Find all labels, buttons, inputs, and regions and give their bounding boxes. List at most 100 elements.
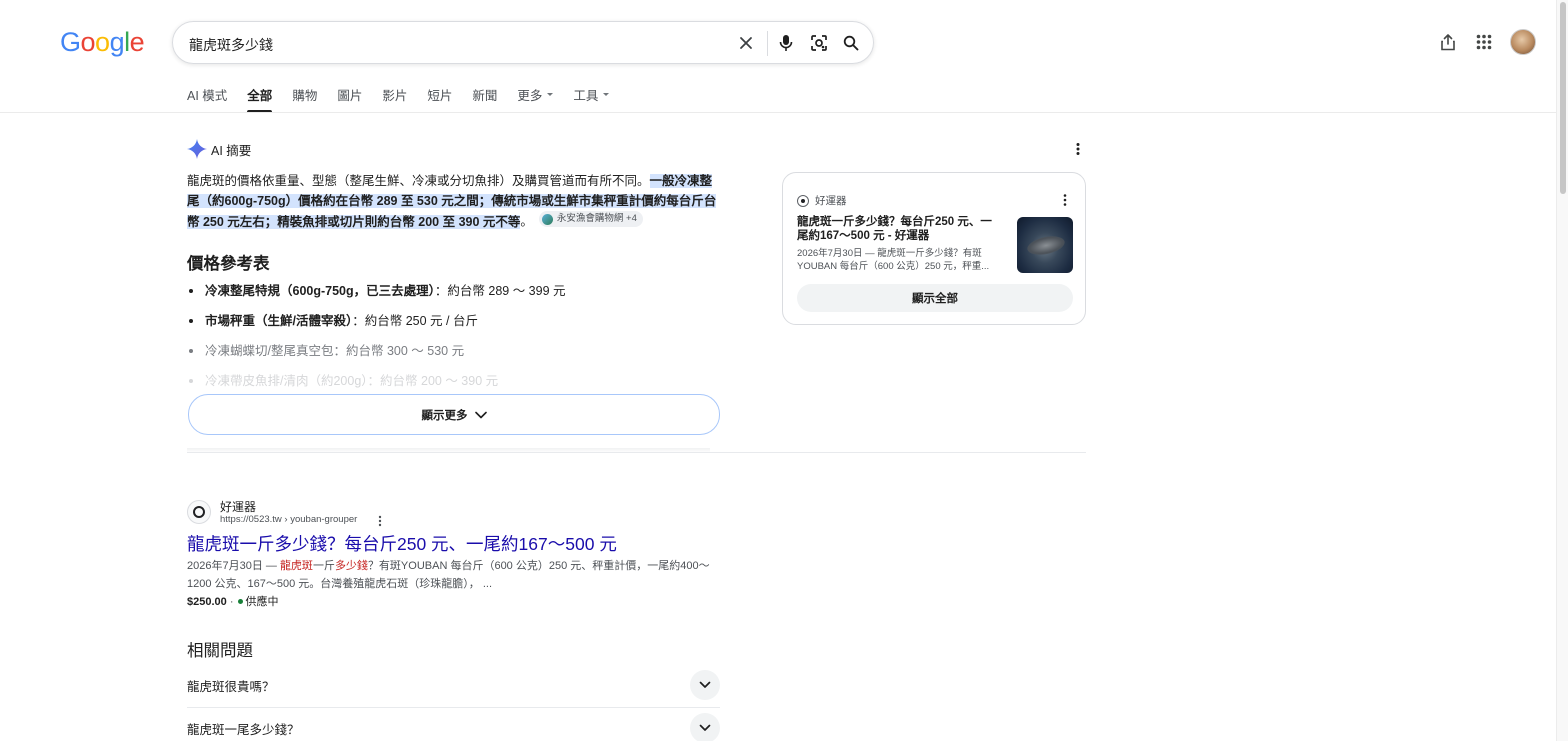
tabs-divider [0,112,1556,113]
ai-overview-divider [187,452,1086,453]
price-table-title: 價格參考表 [187,255,270,273]
source-favicon-icon [541,213,553,225]
source-site: 好運器 [797,193,847,208]
summary-intro: 龍虎斑的價格依重量、型態（整尾生鮮、冷凍或分切魚排）及購買管道而有所不同。 [187,174,650,188]
page-scrollbar[interactable] [1556,0,1568,741]
expand-toggle[interactable] [690,670,720,700]
tab-all[interactable]: 全部 [247,88,273,113]
gemini-sparkle-icon [187,139,207,159]
show-more-button[interactable]: 顯示更多 [188,394,720,435]
source-site-name: 好運器 [815,195,847,207]
tab-shopping[interactable]: 購物 [292,88,317,113]
tab-tools[interactable]: 工具 [573,88,610,113]
search-box[interactable]: 龍虎斑多少錢 [172,21,874,64]
tab-label: 圖片 [337,89,363,103]
tab-short-videos[interactable]: 短片 [427,88,452,113]
search-tabs: AI 模式 全部 購物 圖片 影片 短片 新聞 更多 工具 [187,88,629,113]
show-more-label: 顯示更多 [421,409,468,422]
source-card-snippet: 2026年7月30日 — 龍虎斑一斤多少錢？有斑YOUBAN 每台斤（600 公… [797,248,990,272]
tab-label: 更多 [517,89,543,103]
result-meta: $250.00 · 供應中 [187,594,279,610]
search-icon[interactable] [840,32,862,54]
list-item: 市場秤重（生鮮/活體宰殺）：約台幣 250 元 / 台斤 [187,311,720,341]
tab-label: 工具 [573,89,599,103]
list-item: 冷凍整尾特規（600g-750g，已三去處理）：約台幣 289 ～ 399 元 [187,281,720,311]
apps-grid-icon[interactable] [1473,31,1495,53]
ai-overview-label: AI 摘要 [211,143,252,158]
price-item-text: ：約台幣 250 元 / 台斤 [352,314,478,328]
tab-label: 影片 [382,89,408,103]
ai-overview-header: AI 摘要 [187,139,251,159]
related-question-item[interactable]: 龍虎斑一尾多少錢？ [187,707,720,741]
related-question-text: 龍虎斑一尾多少錢？ [187,723,300,737]
logo-letter: o [95,27,110,57]
result-title-link[interactable]: 龍虎斑一斤多少錢？每台斤250 元、一尾約167～500 元 [187,531,617,556]
caret-down-icon [603,93,610,97]
price-item-bold: 冷凍整尾特規（600g-750g，已三去處理） [205,284,435,298]
caret-down-icon [547,93,554,97]
snippet-keyword: 龍虎斑 [279,560,313,572]
result-availability: 供應中 [245,596,279,608]
clear-icon[interactable] [735,32,757,54]
scrollbar-thumb[interactable] [1560,2,1566,194]
source-chip[interactable]: 永安漁會購物網 +4 [538,211,643,227]
tab-label: 短片 [427,89,453,103]
result-url[interactable]: https://0523.tw › youban-grouper [220,514,357,525]
tab-images[interactable]: 圖片 [337,88,362,113]
account-avatar[interactable] [1510,29,1536,55]
tab-label: AI 模式 [187,89,228,103]
logo-letter: G [60,27,81,57]
logo-letter: g [109,27,125,57]
more-options-icon[interactable] [1059,193,1071,207]
tab-news[interactable]: 新聞 [472,88,497,113]
result-site-name[interactable]: 好運器 [220,498,256,515]
source-chip-label: 永安漁會購物網 +4 [556,213,637,224]
tab-more[interactable]: 更多 [517,88,554,113]
tab-label: 全部 [247,89,273,103]
price-item-text: ：約台幣 289 ～ 399 元 [434,284,566,298]
result-snippet: 2026年7月30日 — 龍虎斑一斤多少錢？有斑YOUBAN 每台斤（600 公… [187,557,720,593]
show-all-label: 顯示全部 [912,293,958,305]
more-options-icon[interactable] [1070,141,1086,157]
chevron-down-icon [474,411,487,418]
site-favicon-icon [797,194,809,207]
logo-letter: e [129,27,145,57]
summary-end: 。 [520,214,533,229]
source-card[interactable]: 好運器 龍虎斑一斤多少錢？每台斤250 元、一尾約167～500 元 - 好運器… [782,172,1086,325]
snippet-text: 一斤 [312,560,335,572]
tab-ai-mode[interactable]: AI 模式 [187,88,227,113]
google-logo[interactable]: Google [60,27,145,57]
list-item: 冷凍蝴蝶切/整尾真空包：約台幣 300 ～ 530 元 [187,341,720,371]
price-list: 冷凍整尾特規（600g-750g，已三去處理）：約台幣 289 ～ 399 元 … [187,281,720,401]
snippet-date: 2026年7月30日 — [187,560,280,572]
availability-dot-icon [237,599,243,605]
price-item-text: 冷凍帶皮魚排/清肉（約200g）：約台幣 200 ～ 390 元 [205,374,499,388]
meta-separator: · [229,596,234,608]
lens-camera-icon[interactable] [808,32,830,54]
logo-letter: o [80,27,96,57]
show-all-button[interactable]: 顯示全部 [797,284,1073,312]
share-icon[interactable] [1437,31,1459,53]
price-item-bold: 市場秤重（生鮮/活體宰殺） [205,314,353,328]
chevron-down-icon [699,681,711,688]
search-input[interactable]: 龍虎斑多少錢 [189,35,273,55]
favicon-glyph [193,506,205,518]
microphone-icon[interactable] [775,32,797,54]
ai-overview-summary: 龍虎斑的價格依重量、型態（整尾生鮮、冷凍或分切魚排）及購買管道而有所不同。一般冷… [187,171,720,232]
fish-thumbnail-image[interactable] [1017,217,1073,273]
related-question-item[interactable]: 龍虎斑很貴嗎？ [187,664,720,707]
more-options-icon[interactable] [374,514,386,527]
related-questions-title: 相關問題 [187,642,253,660]
tab-label: 新聞 [472,89,498,103]
tab-label: 購物 [292,89,318,103]
search-divider [767,31,768,56]
snippet-keyword: 多少錢 [334,560,368,572]
tab-videos[interactable]: 影片 [382,88,407,113]
result-price: $250.00 [187,596,227,608]
price-item-text: 冷凍蝴蝶切/整尾真空包：約台幣 300 ～ 530 元 [205,344,465,358]
related-question-text: 龍虎斑很貴嗎？ [187,680,275,694]
chevron-down-icon [699,724,711,731]
site-favicon-icon[interactable] [187,500,211,524]
source-card-title[interactable]: 龍虎斑一斤多少錢？每台斤250 元、一尾約167～500 元 - 好運器 [797,215,1003,243]
expand-toggle[interactable] [690,713,720,741]
